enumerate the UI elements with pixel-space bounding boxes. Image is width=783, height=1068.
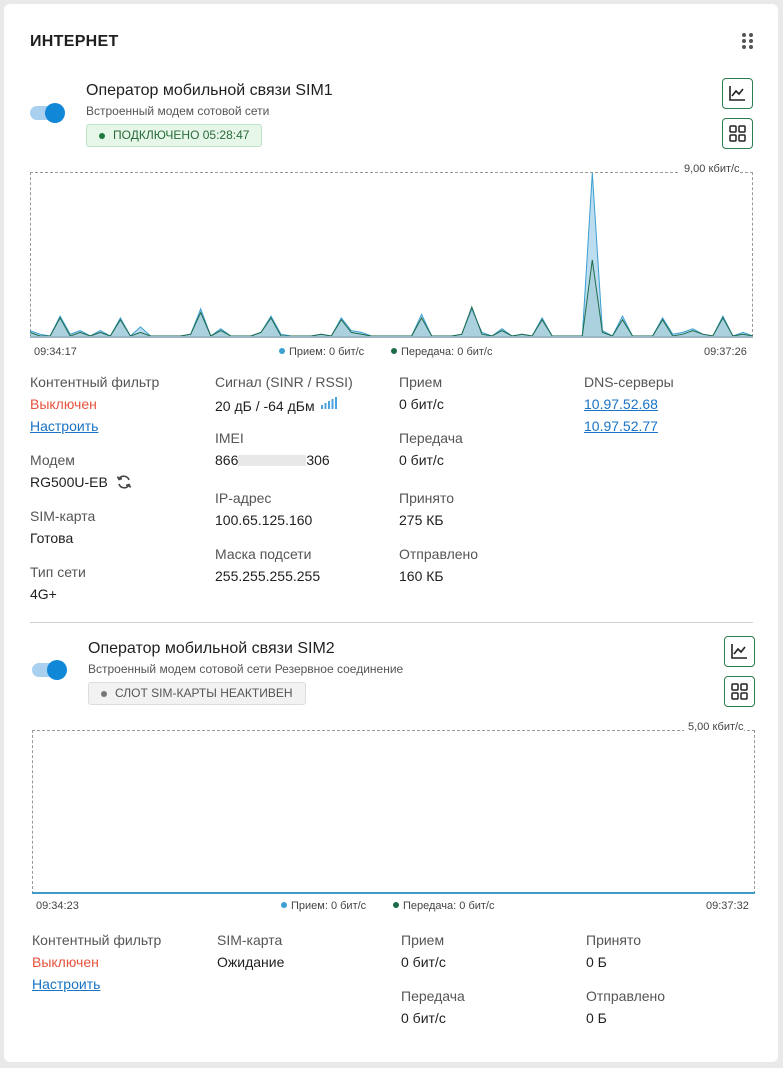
sim1-network-type-label: Тип сети bbox=[30, 564, 86, 580]
grid-icon bbox=[731, 683, 748, 700]
line-chart-icon bbox=[731, 644, 747, 659]
sim1-ip-value: 100.65.125.160 bbox=[215, 512, 313, 528]
sim2-title: Оператор мобильной связи SIM2 bbox=[88, 640, 335, 657]
sim1-modem-label: Модем bbox=[30, 452, 75, 468]
sim2-received-label: Принято bbox=[586, 932, 642, 948]
sim2-details-button[interactable] bbox=[724, 676, 755, 707]
status-dot-icon bbox=[101, 691, 107, 697]
sim1-rx-value: 0 бит/с bbox=[399, 396, 444, 412]
sim1-dns-label: DNS-серверы bbox=[584, 374, 674, 390]
sim2-sent-value: 0 Б bbox=[586, 1010, 607, 1026]
sim1-rx-label: Прием bbox=[399, 374, 443, 390]
sim2-chart-button[interactable] bbox=[724, 636, 755, 667]
sim1-title: Оператор мобильной связи SIM1 bbox=[86, 82, 333, 99]
sim2-legend-tx: Передача: 0 бит/с bbox=[393, 900, 495, 912]
page-title: ИНТЕРНЕТ bbox=[30, 33, 119, 50]
sim1-status-badge: ПОДКЛЮЧЕНО 05:28:47 bbox=[86, 124, 263, 147]
redacted-block bbox=[238, 455, 307, 466]
sim1-subtitle: Встроенный модем сотовой сети bbox=[86, 104, 270, 118]
sim2-traffic-plot bbox=[32, 892, 755, 894]
sim1-ip-label: IP-адрес bbox=[215, 490, 272, 506]
sim1-signal-value: 20 дБ / -64 дБм bbox=[215, 396, 338, 414]
sim1-mask-label: Маска подсети bbox=[215, 546, 312, 562]
sim2-legend-rx: Прием: 0 бит/с bbox=[281, 900, 366, 912]
sim1-traffic-plot bbox=[30, 172, 753, 337]
sim2-toggle[interactable] bbox=[32, 660, 68, 680]
status-dot-icon bbox=[99, 133, 105, 139]
sim2-content-filter-value: Выключен bbox=[32, 954, 99, 970]
chart1-series-tx-area bbox=[30, 259, 753, 337]
sim2-traffic-chart bbox=[32, 730, 755, 894]
drag-handle-icon[interactable] bbox=[742, 33, 754, 49]
sim1-imei-label: IMEI bbox=[215, 430, 244, 446]
chart1-series-rx-line bbox=[30, 172, 753, 337]
sim2-chart-time-start: 09:34:23 bbox=[36, 900, 79, 912]
internet-card: ИНТЕРНЕТ Оператор мобильной связи SIM1 В… bbox=[4, 4, 778, 1062]
sim1-legend-rx: Прием: 0 бит/с bbox=[279, 346, 364, 358]
sim1-chart-button[interactable] bbox=[722, 78, 753, 109]
sim1-mask-value: 255.255.255.255 bbox=[215, 568, 321, 584]
sim1-traffic-chart bbox=[30, 172, 753, 338]
sim2-tx-value: 0 бит/с bbox=[401, 1010, 446, 1026]
sim1-content-filter-label: Контентный фильтр bbox=[30, 374, 160, 390]
sim1-sent-label: Отправлено bbox=[399, 546, 479, 562]
sim1-sent-value: 160 КБ bbox=[399, 568, 444, 584]
line-chart-icon bbox=[729, 86, 745, 101]
sim1-chart-time-start: 09:34:17 bbox=[34, 346, 77, 358]
sim1-sim-card-value: Готова bbox=[30, 530, 74, 546]
sim1-content-filter-link[interactable]: Настроить bbox=[30, 418, 98, 434]
sim2-tx-label: Передача bbox=[401, 988, 465, 1004]
sim1-received-label: Принято bbox=[399, 490, 455, 506]
sim1-received-value: 275 КБ bbox=[399, 512, 444, 528]
sim1-imei-value: 866 306 bbox=[215, 452, 330, 468]
sim1-content-filter-value: Выключен bbox=[30, 396, 97, 412]
chart1-series-tx-line bbox=[30, 259, 753, 337]
sim1-chart-time-end: 09:37:26 bbox=[704, 346, 747, 358]
sim1-sim-card-label: SIM-карта bbox=[30, 508, 96, 524]
sim2-rx-label: Прием bbox=[401, 932, 445, 948]
section-divider bbox=[30, 622, 753, 623]
sim1-modem-value: RG500U-EB bbox=[30, 474, 132, 490]
sim1-dns-server-2[interactable]: 10.97.52.77 bbox=[584, 418, 658, 434]
sim1-dns-server-1[interactable]: 10.97.52.68 bbox=[584, 396, 658, 412]
sim2-sent-label: Отправлено bbox=[586, 988, 666, 1004]
sim2-chart-max-label: 5,00 кбит/с bbox=[684, 721, 744, 733]
sim1-tx-label: Передача bbox=[399, 430, 463, 446]
sim2-chart-time-end: 09:37:32 bbox=[706, 900, 749, 912]
sim1-signal-label: Сигнал (SINR / RSSI) bbox=[215, 374, 353, 390]
signal-strength-icon bbox=[321, 397, 338, 409]
sim1-legend-tx: Передача: 0 бит/с bbox=[391, 346, 493, 358]
sim2-received-value: 0 Б bbox=[586, 954, 607, 970]
sim2-subtitle: Встроенный модем сотовой сети Резервное … bbox=[88, 662, 404, 676]
sim2-sim-card-value: Ожидание bbox=[217, 954, 285, 970]
sim1-chart-max-label: 9,00 кбит/с bbox=[680, 163, 740, 175]
sim2-content-filter-label: Контентный фильтр bbox=[32, 932, 162, 948]
sim1-details-button[interactable] bbox=[722, 118, 753, 149]
sim2-sim-card-label: SIM-карта bbox=[217, 932, 283, 948]
sim1-tx-value: 0 бит/с bbox=[399, 452, 444, 468]
refresh-icon[interactable] bbox=[116, 474, 132, 490]
sim1-toggle[interactable] bbox=[30, 103, 66, 123]
sim2-content-filter-link[interactable]: Настроить bbox=[32, 976, 100, 992]
sim2-rx-value: 0 бит/с bbox=[401, 954, 446, 970]
sim2-status-badge: СЛОТ SIM-КАРТЫ НЕАКТИВЕН bbox=[88, 682, 306, 705]
sim1-network-type-value: 4G+ bbox=[30, 586, 57, 602]
grid-icon bbox=[729, 125, 746, 142]
chart1-series-rx-area bbox=[30, 173, 753, 337]
